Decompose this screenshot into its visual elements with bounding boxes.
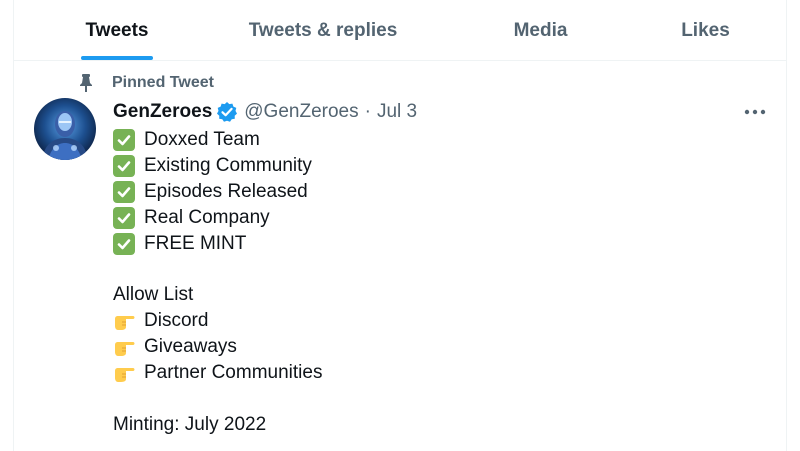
checklist-text: Real Company	[144, 206, 270, 228]
allow-list-title: Allow List	[113, 284, 194, 306]
verified-badge-icon	[216, 101, 238, 123]
pin-icon	[78, 74, 94, 92]
checklist-text: Doxxed Team	[144, 129, 260, 150]
allow-list-text: Giveaways	[144, 336, 237, 358]
user-handle[interactable]: @GenZeroes	[244, 101, 358, 123]
checklist-text: FREE MINT	[144, 232, 247, 254]
tweet-header: GenZeroes @GenZeroes · Jul 3	[113, 99, 417, 125]
list-item: Partner Communities	[113, 360, 753, 386]
avatar[interactable]	[34, 98, 96, 160]
checklist-text: Episodes Released	[144, 180, 308, 202]
display-name[interactable]: GenZeroes	[113, 101, 212, 123]
tweet-text: Doxxed Team Existing Community Episodes …	[113, 127, 753, 438]
pointing-hand-icon	[113, 363, 137, 383]
list-item: Giveaways	[113, 334, 753, 360]
pointing-hand-icon	[113, 311, 137, 331]
list-item: FREE MINT	[113, 231, 753, 257]
check-mark-icon	[113, 232, 135, 255]
minting-text: Minting: July 2022	[113, 413, 267, 435]
list-item: Doxxed Team	[113, 127, 753, 153]
tab-likes[interactable]: Likes	[663, 0, 748, 61]
check-mark-icon	[113, 206, 135, 229]
tweet-date[interactable]: Jul 3	[377, 101, 417, 123]
tab-tweets[interactable]: Tweets	[63, 0, 171, 61]
list-item: Existing Community	[113, 153, 753, 179]
profile-tabs: Tweets Tweets & replies Media Likes	[13, 0, 787, 61]
tab-media[interactable]: Media	[493, 0, 588, 61]
check-mark-icon	[113, 180, 135, 203]
pinned-label: Pinned Tweet	[112, 74, 214, 91]
list-item: Discord	[113, 308, 753, 334]
checklist-text: Existing Community	[144, 154, 312, 176]
list-item: Episodes Released	[113, 179, 753, 205]
check-mark-icon	[113, 128, 135, 151]
list-item: Real Company	[113, 205, 753, 231]
more-options-icon[interactable]	[742, 100, 768, 124]
header-separator: ·	[364, 101, 371, 122]
allow-list-text: Partner Communities	[144, 362, 323, 384]
pinned-indicator: Pinned Tweet	[78, 72, 214, 94]
tab-tweets-and-replies[interactable]: Tweets & replies	[238, 0, 408, 61]
pointing-hand-icon	[113, 337, 137, 357]
check-mark-icon	[113, 154, 135, 177]
active-tab-indicator	[81, 56, 153, 60]
allow-list-text: Discord	[144, 310, 209, 332]
